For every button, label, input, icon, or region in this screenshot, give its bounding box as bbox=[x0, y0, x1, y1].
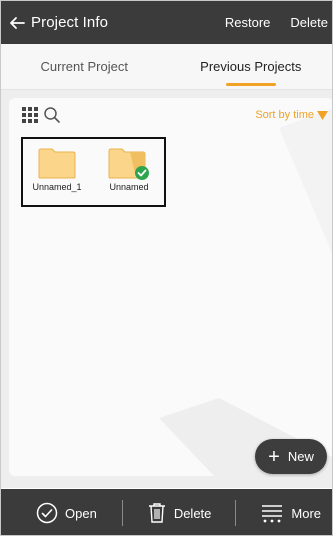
separator bbox=[121, 500, 123, 526]
bottom-action-bar: Open Delete More bbox=[1, 489, 332, 535]
new-project-button[interactable]: + New bbox=[255, 439, 327, 474]
file-name: Unnamed bbox=[109, 182, 149, 192]
tab-current-project[interactable]: Current Project bbox=[1, 44, 168, 89]
file-selection-box: Unnamed_1 Unnamed bbox=[21, 137, 166, 207]
more-button[interactable]: More bbox=[260, 502, 321, 524]
restore-button[interactable]: Restore bbox=[213, 15, 279, 30]
search-icon[interactable] bbox=[43, 106, 61, 124]
delete-button[interactable]: Delete bbox=[147, 502, 212, 524]
check-circle-icon bbox=[36, 502, 58, 524]
tab-label: Previous Projects bbox=[200, 59, 302, 74]
content-area: Sort by time Unnamed_1 Unnamed bbox=[1, 90, 332, 488]
page-title: Project Info bbox=[31, 14, 109, 31]
folder-icon bbox=[38, 148, 76, 179]
tab-previous-projects[interactable]: Previous Projects bbox=[168, 44, 333, 89]
more-menu-icon bbox=[262, 505, 283, 523]
caret-down-icon bbox=[317, 110, 328, 120]
new-label: New bbox=[287, 449, 314, 464]
open-label: Open bbox=[65, 505, 97, 521]
top-actions: Restore Delete bbox=[213, 15, 332, 30]
file-name: Unnamed_1 bbox=[32, 182, 82, 192]
list-toolbar: Sort by time bbox=[9, 98, 332, 132]
delete-button-top[interactable]: Delete bbox=[278, 15, 332, 30]
separator bbox=[235, 500, 237, 526]
open-button[interactable]: Open bbox=[36, 502, 97, 524]
project-info-screen: Project Info Restore Delete Current Proj… bbox=[0, 0, 333, 536]
sort-label: Sort by time bbox=[255, 109, 314, 121]
sort-dropdown[interactable]: Sort by time bbox=[255, 109, 328, 121]
tab-bar: Current Project Previous Projects bbox=[1, 44, 333, 90]
file-item-unnamed-1[interactable]: Unnamed_1 bbox=[27, 139, 87, 192]
delete-label: Delete bbox=[173, 505, 212, 521]
folder-icon bbox=[108, 148, 149, 180]
back-arrow-icon[interactable] bbox=[9, 15, 25, 31]
tab-label: Current Project bbox=[40, 59, 128, 74]
grid-view-icon[interactable] bbox=[22, 107, 38, 123]
plus-icon: + bbox=[268, 445, 280, 468]
trash-icon bbox=[148, 503, 165, 523]
active-tab-indicator bbox=[225, 83, 276, 86]
more-label: More bbox=[291, 505, 322, 521]
file-item-unnamed[interactable]: Unnamed bbox=[99, 139, 159, 192]
top-bar: Project Info Restore Delete bbox=[1, 1, 332, 44]
